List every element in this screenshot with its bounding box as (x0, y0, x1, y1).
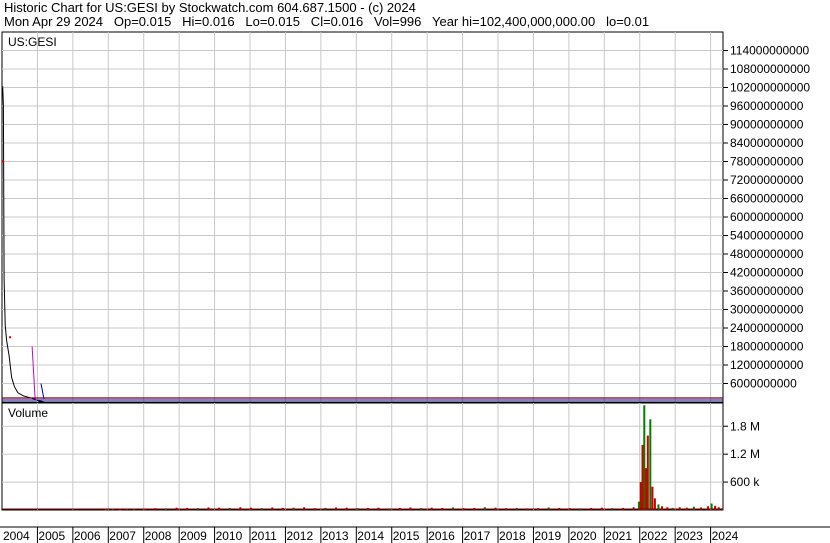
volume-y-tick-label: 1.8 M (730, 419, 760, 433)
volume-bar (646, 435, 649, 510)
volume-bar (651, 486, 654, 510)
price-y-tick-label: 42000000000 (730, 266, 804, 280)
x-tick-label: 2015 (393, 529, 420, 543)
volume-bar (118, 509, 121, 511)
price-marker (9, 336, 12, 339)
x-tick-label: 2008 (145, 529, 172, 543)
volume-y-tick-label: 1.2 M (730, 447, 760, 461)
price-y-tick-label: 24000000000 (730, 321, 804, 335)
price-y-tick-label: 18000000000 (730, 340, 804, 354)
price-y-tick-label: 12000000000 (730, 358, 804, 372)
price-y-tick-label: 72000000000 (730, 173, 804, 187)
volume-y-tick-label: 600 k (730, 475, 760, 489)
price-y-tick-label: 30000000000 (730, 303, 804, 317)
volume-panel (1, 402, 724, 511)
x-tick-label: 2014 (357, 529, 384, 543)
price-y-tick-label: 36000000000 (730, 284, 804, 298)
price-y-tick-label: 114000000000 (730, 44, 810, 58)
volume-bar (692, 506, 695, 510)
volume-bar (653, 498, 656, 510)
x-tick-label: 2022 (641, 529, 668, 543)
x-tick-label: 2017 (464, 529, 491, 543)
price-y-tick-label: 54000000000 (730, 229, 804, 243)
price-y-tick-label: 66000000000 (730, 192, 804, 206)
x-tick-label: 2011 (251, 529, 277, 543)
x-tick-label: 2010 (216, 529, 243, 543)
volume-bar (641, 444, 644, 510)
x-tick-label: 2009 (180, 529, 207, 543)
x-tick-label: 2013 (322, 529, 349, 543)
x-tick-label: 2023 (676, 529, 703, 543)
volume-panel-title: Volume (8, 406, 48, 420)
price-y-tick-label: 60000000000 (730, 210, 804, 224)
price-y-tick-label: 6000000000 (730, 377, 797, 391)
price-y-tick-label: 84000000000 (730, 136, 804, 150)
price-y-tick-label: 96000000000 (730, 99, 804, 113)
price-y-tick-label: 78000000000 (730, 155, 804, 169)
x-tick-label: 2007 (109, 529, 136, 543)
stock-chart: 2004 2005 2006 2007 2008 2009 2010 2011 2012 2013… (0, 31, 830, 543)
x-tick-label: 2019 (534, 529, 561, 543)
x-tick-label: 2020 (570, 529, 597, 543)
price-y-tick-label: 102000000000 (730, 81, 810, 95)
volume-bar (643, 405, 646, 510)
volume-bar (649, 419, 652, 510)
x-tick-label: 2006 (74, 529, 101, 543)
volume-bar (645, 468, 648, 510)
price-y-tick-label: 108000000000 (730, 62, 810, 76)
price-y-tick-label: 48000000000 (730, 247, 804, 261)
x-tick-label: 2021 (605, 529, 632, 543)
price-marker (2, 160, 4, 163)
x-tick-label: 2005 (38, 529, 65, 543)
price-y-tick-label: 90000000000 (730, 118, 804, 132)
x-tick-label: 2012 (286, 529, 313, 543)
volume-bar (639, 482, 642, 510)
price-panel-title: US:GESI (8, 35, 57, 49)
x-tick-label: 2016 (428, 529, 455, 543)
x-tick-label: 2004 (3, 529, 30, 543)
x-tick-label: 2024 (712, 529, 739, 543)
x-tick-label: 2018 (499, 529, 526, 543)
